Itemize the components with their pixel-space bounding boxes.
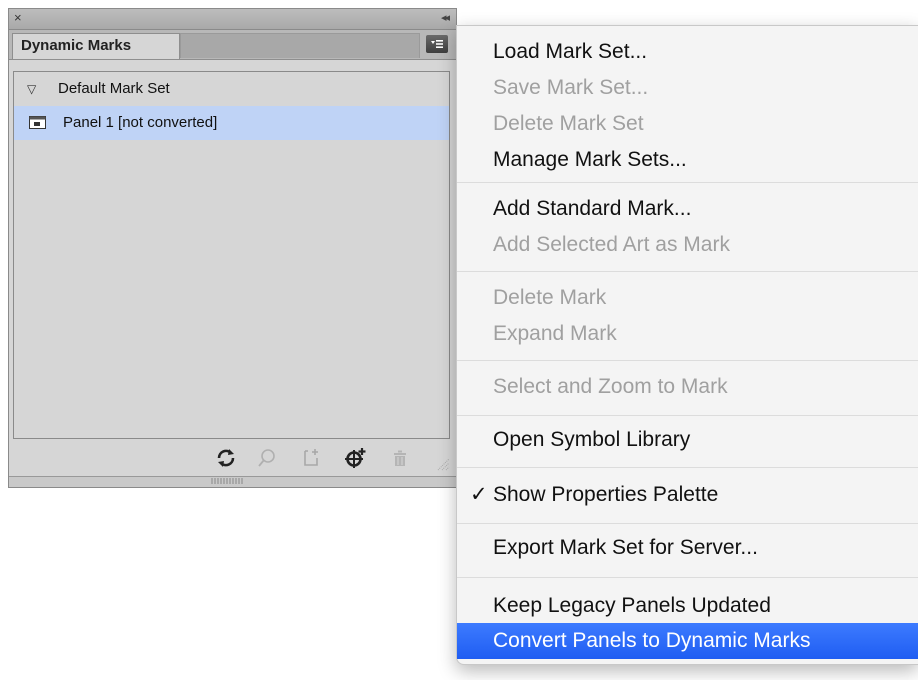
menu-item-delete-mark-set[interactable]: Delete Mark Set [457, 106, 918, 142]
panel-titlebar[interactable]: × ◂◂ [9, 9, 456, 30]
panel-icon [29, 116, 46, 129]
search-icon [258, 449, 275, 467]
panel-menu-icon[interactable] [426, 35, 448, 53]
add-mark-icon[interactable] [344, 447, 366, 469]
menu-item-add-selected-art-as-mark[interactable]: Add Selected Art as Mark [457, 227, 918, 263]
menu-separator [457, 467, 918, 468]
menu-item-export-mark-set-for-server[interactable]: Export Mark Set for Server... [457, 530, 918, 566]
menu-item-load-mark-set[interactable]: Load Mark Set... [457, 34, 918, 70]
menu-separator [457, 182, 918, 183]
menu-separator [457, 577, 918, 578]
menu-item-save-mark-set[interactable]: Save Mark Set... [457, 70, 918, 106]
menu-item-show-properties-palette[interactable]: ✓ Show Properties Palette [457, 477, 918, 513]
menu-item-label: Show Properties Palette [493, 483, 719, 506]
menu-item-manage-mark-sets[interactable]: Manage Mark Sets... [457, 142, 918, 178]
dynamic-marks-panel: × ◂◂ Dynamic Marks ▽ Default Mark Set Pa [8, 8, 457, 488]
menu-item-delete-mark[interactable]: Delete Mark [457, 280, 918, 316]
tab-bar-filler [180, 33, 420, 58]
tree-group-label: Default Mark Set [58, 80, 170, 97]
panel-flyout-menu: Load Mark Set... Save Mark Set... Delete… [456, 25, 918, 665]
menu-item-open-symbol-library[interactable]: Open Symbol Library [457, 422, 918, 458]
drag-grip-icon[interactable] [210, 478, 244, 484]
menu-item-expand-mark[interactable]: Expand Mark [457, 316, 918, 352]
tree-item-label: Panel 1 [not converted] [63, 114, 218, 131]
mark-tree: ▽ Default Mark Set Panel 1 [not converte… [13, 71, 450, 439]
menu-item-add-standard-mark[interactable]: Add Standard Mark... [457, 191, 918, 227]
menu-separator [457, 415, 918, 416]
resize-grip-icon[interactable] [436, 457, 450, 471]
panel-tab-row: Dynamic Marks [9, 30, 456, 60]
checkmark-icon: ✓ [470, 483, 488, 506]
menu-item-convert-panels-to-dynamic-marks[interactable]: Convert Panels to Dynamic Marks [457, 623, 918, 659]
refresh-icon[interactable] [215, 447, 237, 469]
disclosure-triangle-icon[interactable]: ▽ [27, 72, 36, 106]
close-icon[interactable]: × [14, 10, 22, 26]
menu-item-select-and-zoom-to-mark[interactable]: Select and Zoom to Mark [457, 369, 918, 405]
menu-separator [457, 271, 918, 272]
panel-footer [9, 439, 456, 477]
menu-item-keep-legacy-panels-updated[interactable]: Keep Legacy Panels Updated [457, 588, 918, 624]
tree-group-default-mark-set[interactable]: ▽ Default Mark Set [14, 72, 449, 106]
tree-item-panel-1[interactable]: Panel 1 [not converted] [14, 106, 449, 140]
add-frame-icon [304, 449, 318, 466]
menu-separator [457, 360, 918, 361]
collapse-icon[interactable]: ◂◂ [441, 10, 450, 26]
panel-bottom-drag-bar[interactable] [9, 476, 456, 487]
menu-separator [457, 523, 918, 524]
tab-dynamic-marks[interactable]: Dynamic Marks [12, 33, 180, 59]
trash-icon [394, 450, 406, 466]
